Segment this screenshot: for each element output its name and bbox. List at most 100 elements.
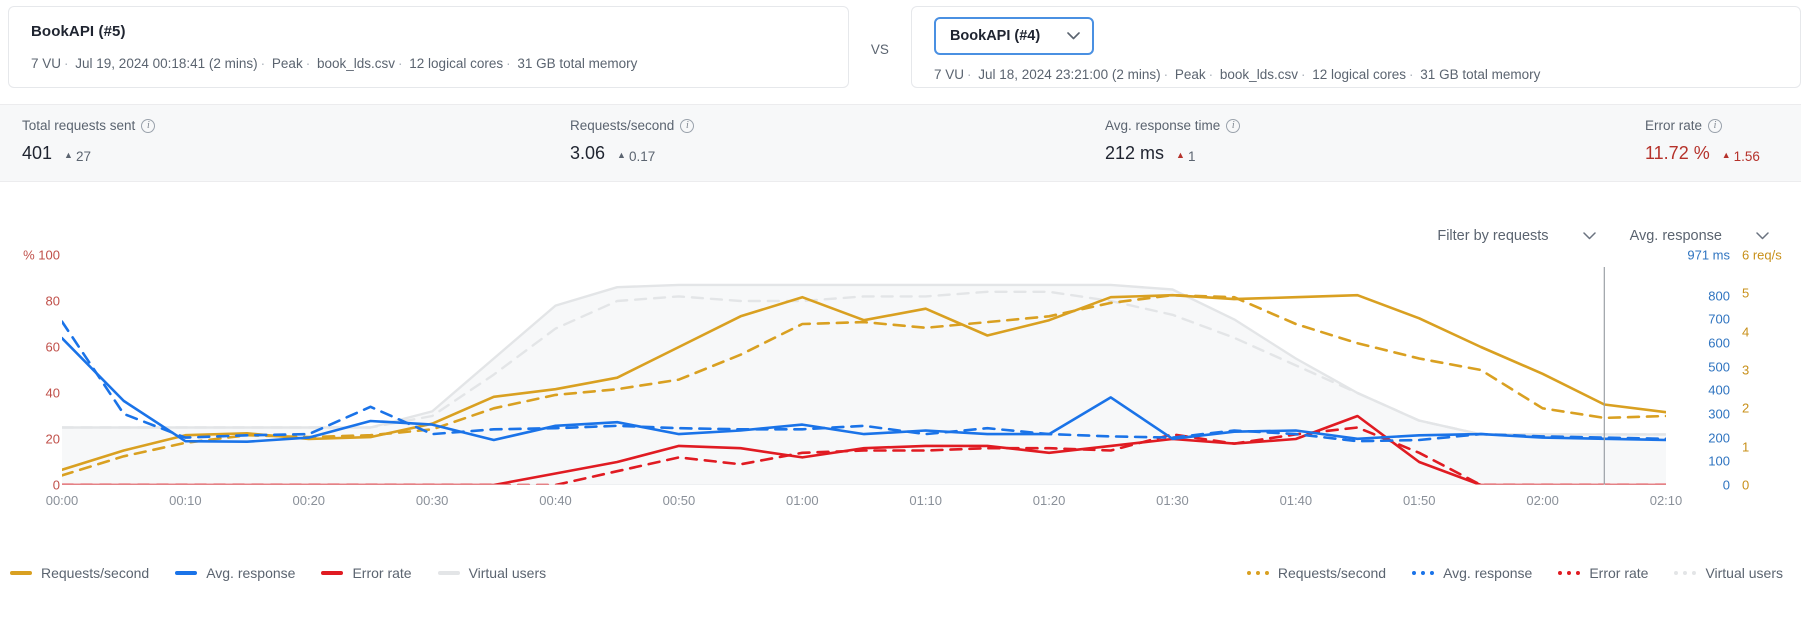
info-icon[interactable]: i [1226,118,1241,133]
x-axis-time: 00:00 00:10 00:20 00:30 00:40 00:50 01:00 01:10… [46,493,1683,513]
stat-delta: ▲ 27 [64,149,91,164]
stat-delta-value: 1 [1187,149,1196,164]
legend-swatch-icon [1558,571,1581,575]
x-tick-time: 00:10 [169,493,202,508]
runs-header: BookAPI (#5) 7 VU · Jul 19, 2024 00:18:41… [0,0,1801,100]
legend-item-requests-second-comparison[interactable]: Requests/second [1246,565,1386,581]
x-tick-time: 01:20 [1032,493,1066,508]
legend-swatch-icon [175,571,198,575]
stat-label: Requests/second i [570,118,695,133]
x-tick-time: 00:20 [292,493,326,508]
legend-item-avg-response-comparison[interactable]: Avg. response [1412,565,1532,581]
summary-stats-bar: Total requests sent i 401 ▲ 27 Requests/… [0,104,1801,182]
trend-up-icon: ▲ [1721,150,1731,160]
info-icon[interactable]: i [680,118,695,133]
legend-swatch-icon [321,571,344,575]
meta-separator: · [398,56,403,71]
stat-label: Total requests sent i [22,118,156,133]
legend-label: Virtual users [1705,565,1783,581]
filter-by-requests-label: Filter by requests [1437,228,1549,244]
stat-requests-per-second: Requests/second i 3.06 ▲ 0.17 [570,118,695,164]
y-tick-requests-per-second: 3 [1742,362,1750,378]
legend-item-avg-response-primary[interactable]: Avg. response [175,565,295,581]
stat-error-rate: Error rate i 11.72 % ▲ 1.56 [1645,118,1760,164]
stat-total-requests-sent: Total requests sent i 401 ▲ 27 [22,118,156,164]
stat-label: Error rate i [1645,118,1760,133]
y-tick-error-rate: 20 [45,431,60,447]
legend-item-error-rate-comparison[interactable]: Error rate [1558,565,1648,581]
legend-item-error-rate-primary[interactable]: Error rate [321,565,412,581]
stat-label-text: Avg. response time [1105,118,1221,133]
stat-value-row: 3.06 ▲ 0.17 [570,143,694,164]
stat-delta-value: 27 [75,149,91,164]
stat-value: 11.72 % [1645,143,1710,163]
info-icon[interactable]: i [1708,118,1723,133]
stat-label: Avg. response time i [1105,118,1241,133]
x-tick-time: 00:50 [662,493,696,508]
x-tick-time: 01:40 [1279,493,1313,508]
legend-item-virtual-users-comparison[interactable]: Virtual users [1674,565,1783,581]
run-title-primary: BookAPI (#5) [31,23,126,40]
y-tick-requests-per-second: 5 [1742,285,1750,301]
stat-delta-value: 0.17 [628,149,656,164]
legend-label: Virtual users [468,565,547,581]
run-meta-vu: 7 VU [31,56,62,71]
trend-up-icon: ▲ [617,150,626,160]
legend-swatch-icon [1674,571,1697,575]
stat-delta-value: 1.56 [1733,149,1760,164]
metric-select-dropdown[interactable]: Avg. response [1620,222,1779,250]
stat-label-text: Error rate [1645,118,1703,133]
y-tick-response-time: 700 [1708,311,1730,327]
y-tick-response-time: 971 ms [1687,247,1730,263]
y-tick-requests-per-second: 4 [1742,324,1750,340]
run-meta-profile: Peak [1174,67,1206,82]
y-tick-response-time: 0 [1722,477,1730,493]
stat-value-row: 11.72 % ▲ 1.56 [1645,143,1760,164]
vs-label: VS [870,42,889,57]
stat-value: 212 ms [1105,143,1165,163]
legend-swatch-icon [1412,571,1435,575]
chart-plot-area[interactable] [62,255,1666,485]
meta-separator: · [305,56,311,71]
stat-delta: ▲ 1.56 [1722,149,1760,164]
y-tick-error-rate: 60 [45,339,60,355]
legend-item-virtual-users-primary[interactable]: Virtual users [437,565,547,581]
y-tick-requests-per-second: 1 [1742,439,1750,455]
y-tick-error-rate: % 100 [23,247,60,263]
legend-item-requests-second-primary[interactable]: Requests/second [10,565,149,581]
stat-value-row: 401 ▲ 27 [22,143,155,164]
x-tick-time: 01:50 [1402,493,1436,508]
stat-value-row: 212 ms ▲ 1 [1105,143,1240,164]
y-tick-response-time: 200 [1708,430,1730,446]
run-meta-memory: 31 GB total memory [1420,67,1541,82]
x-tick-time: 00:30 [415,493,449,508]
run-selector-dropdown[interactable]: BookAPI (#4) [933,17,1094,55]
chart-svg [62,267,1666,485]
legend-label: Error rate [1589,565,1649,581]
chart-filter-controls: Filter by requests Avg. response [1427,222,1779,250]
run-card-comparison: BookAPI (#4) 7 VU · Jul 18, 2024 23:21:00… [910,6,1801,88]
run-meta-vu: 7 VU [933,67,964,82]
x-tick-time: 01:30 [1156,493,1189,508]
meta-separator: · [1300,67,1306,82]
meta-separator: · [64,56,69,71]
y-tick-response-time: 500 [1708,359,1730,375]
y-tick-requests-per-second: 6 req/s [1742,247,1782,263]
chart-legends: Requests/second Avg. response Error rate Vi… [0,565,1801,605]
x-tick-time: 00:00 [45,493,79,508]
x-tick-time: 02:00 [1526,493,1559,508]
y-tick-error-rate: 40 [45,385,60,401]
run-meta-cores: 12 logical cores [409,56,504,71]
run-meta-memory: 31 GB total memory [517,56,638,71]
legend-label: Error rate [352,565,412,581]
stat-delta: ▲ 1 [1176,149,1195,164]
y-tick-response-time: 300 [1708,406,1730,422]
filter-by-requests-dropdown[interactable]: Filter by requests [1427,222,1605,250]
trend-up-icon: ▲ [1176,150,1185,160]
y-tick-response-time: 800 [1708,288,1730,303]
performance-chart: % 100 80 60 40 20 0 971 ms 800 700 600 500 400 300 2… [0,248,1801,555]
legend-label: Avg. response [1443,565,1533,581]
meta-separator: · [506,56,511,71]
info-icon[interactable]: i [141,118,156,133]
stat-value: 401 [22,143,53,163]
